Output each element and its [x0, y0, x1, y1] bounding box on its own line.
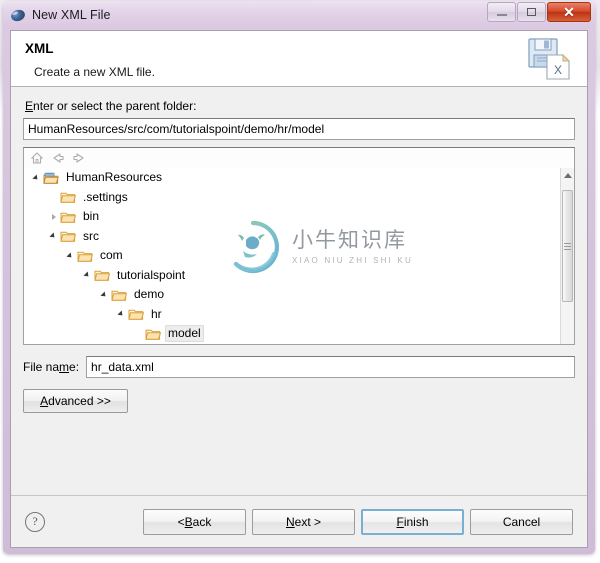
- window-controls: ✕: [486, 2, 591, 22]
- btn-label: ack: [192, 514, 212, 529]
- maximize-button[interactable]: [517, 2, 546, 22]
- tree-node-label: HumanResources: [66, 170, 163, 185]
- file-name-input[interactable]: [86, 356, 575, 378]
- advanced-label-rest: dvanced >>: [48, 394, 111, 408]
- scrollbar-thumb[interactable]: [562, 190, 573, 302]
- parent-folder-label-accel: E: [25, 99, 34, 113]
- parent-folder-label: Enter or select the parent folder:: [25, 99, 575, 113]
- tree-node-label: .settings: [83, 189, 128, 204]
- twisty-expanded-icon[interactable]: [115, 311, 128, 317]
- parent-folder-input[interactable]: [23, 118, 575, 140]
- tree-node-model[interactable]: model: [24, 324, 560, 344]
- folder-icon: [111, 288, 128, 302]
- folder-tree-panel: HumanResources .settings bin src com tutorial…: [23, 147, 575, 345]
- tree-node-bin[interactable]: bin: [24, 207, 560, 227]
- advanced-label-accel: A: [40, 394, 49, 408]
- chevron-up-icon: [563, 172, 572, 178]
- file-name-row: File name:: [23, 356, 575, 378]
- close-icon: ✕: [563, 4, 575, 20]
- tree-node-hr[interactable]: hr: [24, 305, 560, 325]
- tree-node-label: src: [83, 228, 99, 243]
- tree-node-humanresources[interactable]: HumanResources: [24, 168, 560, 188]
- twisty-expanded-icon[interactable]: [98, 292, 111, 298]
- tree-node-label: hr: [151, 306, 162, 321]
- finish-button[interactable]: Finish: [361, 508, 464, 535]
- file-name-label-post: e:: [69, 360, 80, 374]
- tree-node-label: model: [165, 325, 204, 343]
- dialog-content: Enter or select the parent folder: Human…: [11, 87, 587, 495]
- svg-text:X: X: [554, 63, 562, 77]
- folder-icon: [128, 307, 145, 321]
- minimize-button[interactable]: [487, 2, 516, 22]
- cancel-button[interactable]: Cancel: [470, 508, 573, 535]
- twisty-expanded-icon[interactable]: [30, 175, 43, 181]
- new-xml-file-dialog: New XML File ✕ XML Create a new XML file…: [3, 1, 595, 554]
- file-name-label: File name:: [23, 360, 79, 374]
- next-button[interactable]: Next >: [252, 508, 355, 535]
- twisty-expanded-icon[interactable]: [64, 253, 77, 259]
- tree-node-label: com: [100, 248, 123, 263]
- close-button[interactable]: ✕: [547, 2, 591, 22]
- wizard-buttons: < Back Next > Finish Cancel: [143, 508, 573, 535]
- scroll-up-button[interactable]: [561, 168, 574, 182]
- btn-label: Cancel: [502, 514, 541, 529]
- folder-icon: [60, 229, 77, 243]
- dialog-body: XML Create a new XML file. X Enter or se…: [10, 30, 588, 548]
- forward-arrow-icon[interactable]: [72, 151, 86, 165]
- tree-node-settings[interactable]: .settings: [24, 188, 560, 208]
- twisty-collapsed-icon[interactable]: [47, 214, 60, 220]
- advanced-button[interactable]: Advanced >>: [23, 389, 128, 413]
- scroll-down-button[interactable]: [561, 330, 574, 344]
- tree-node-src[interactable]: src: [24, 227, 560, 247]
- window-title: New XML File: [32, 8, 111, 22]
- btn-label: ext >: [294, 514, 322, 529]
- btn-accel: B: [184, 514, 193, 529]
- folder-icon: [60, 210, 77, 224]
- xml-save-file-icon: X: [528, 38, 571, 80]
- tree-toolbar: [24, 148, 574, 168]
- page-description: Create a new XML file.: [34, 65, 155, 79]
- project-folder-icon: [43, 171, 59, 185]
- file-name-label-accel: m: [59, 360, 70, 374]
- back-arrow-icon[interactable]: [51, 151, 65, 165]
- folder-icon: [145, 327, 162, 341]
- tree-scrollbar[interactable]: [560, 168, 574, 344]
- back-button[interactable]: < Back: [143, 508, 246, 535]
- eclipse-sphere-icon: [9, 7, 27, 23]
- dialog-footer: ? < Back Next > Finish Cancel: [11, 495, 587, 547]
- tree-node-label: bin: [83, 209, 100, 224]
- tree-node-label: demo: [134, 287, 165, 302]
- title-bar: New XML File ✕: [3, 1, 595, 29]
- help-button[interactable]: ?: [25, 511, 45, 532]
- page-title: XML: [25, 41, 54, 56]
- btn-label: inish: [403, 514, 429, 529]
- folder-icon: [77, 249, 94, 263]
- folder-icon: [60, 190, 77, 204]
- btn-accel: N: [285, 514, 295, 529]
- btn-accel: F: [396, 514, 404, 529]
- folder-icon: [94, 268, 111, 282]
- home-icon[interactable]: [30, 151, 44, 165]
- parent-folder-label-rest: nter or select the parent folder:: [33, 99, 197, 113]
- tree-node-label: tutorialspoint: [117, 267, 186, 282]
- twisty-expanded-icon[interactable]: [47, 233, 60, 239]
- minimize-icon: [496, 14, 507, 16]
- tree-node-demo[interactable]: demo: [24, 285, 560, 305]
- twisty-expanded-icon[interactable]: [81, 272, 94, 278]
- btn-prefix: <: [177, 514, 185, 529]
- wizard-header: XML Create a new XML file. X: [11, 31, 587, 87]
- folder-tree[interactable]: HumanResources .settings bin src com tutorial…: [24, 168, 560, 344]
- maximize-icon: [527, 8, 536, 16]
- tree-node-tutorialspoint[interactable]: tutorialspoint: [24, 266, 560, 286]
- tree-node-com[interactable]: com: [24, 246, 560, 266]
- file-name-label-pre: File na: [23, 360, 60, 374]
